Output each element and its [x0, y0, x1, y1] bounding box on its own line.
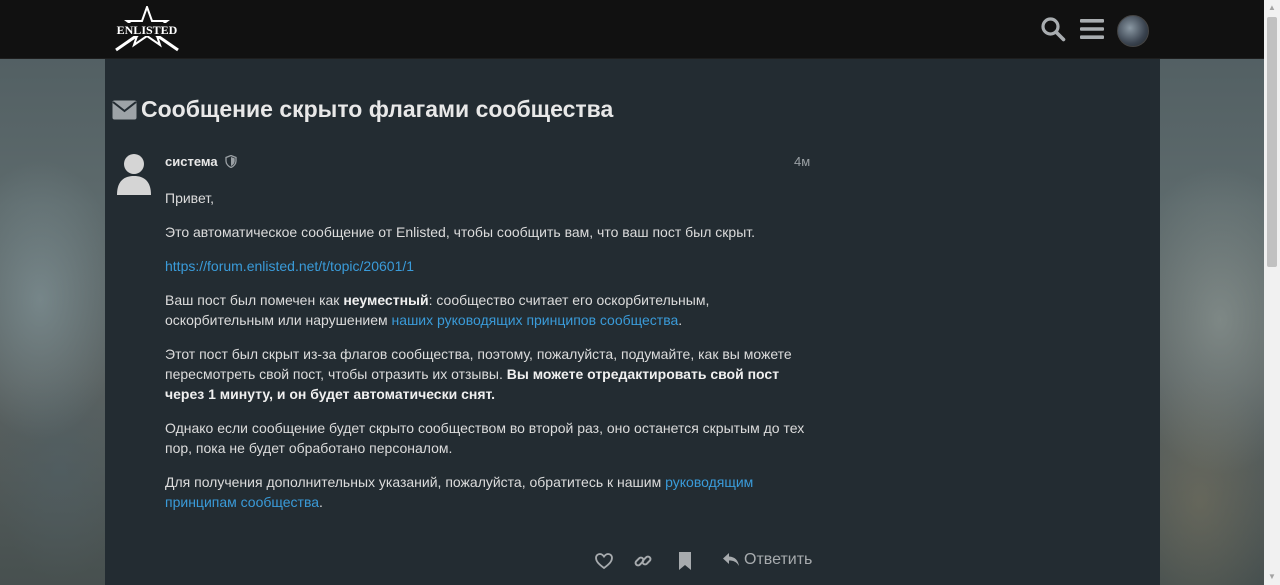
flagged-text-before: Ваш пост был помечен как: [165, 292, 344, 308]
user-avatar[interactable]: [1117, 15, 1149, 47]
reply-label: Ответить: [744, 551, 813, 568]
guidelines-link[interactable]: наших руководящих принципов сообщества: [392, 312, 679, 328]
post-date[interactable]: 4м: [794, 154, 810, 169]
post-body: Привет, Это автоматическое сообщение от …: [165, 188, 817, 526]
shield-icon: [225, 155, 237, 168]
guidance-paragraph: Для получения дополнительных указаний, п…: [165, 472, 817, 512]
scrollbar[interactable]: ▲ ▼: [1264, 0, 1280, 585]
scroll-down-arrow-icon[interactable]: ▼: [1264, 569, 1280, 585]
envelope-icon: [112, 100, 137, 119]
logo-text: ENLISTED: [117, 23, 178, 37]
reply-button[interactable]: Ответить: [722, 551, 812, 569]
heart-icon[interactable]: [594, 551, 614, 571]
bookmark-icon[interactable]: [675, 551, 695, 571]
link-icon[interactable]: [633, 551, 653, 571]
system-avatar[interactable]: [115, 153, 153, 195]
intro-paragraph: Это автоматическое сообщение от Enlisted…: [165, 224, 756, 240]
hamburger-menu-icon[interactable]: [1079, 16, 1105, 42]
guidance-text-after: .: [319, 494, 323, 510]
search-icon[interactable]: [1040, 16, 1066, 42]
enlisted-logo[interactable]: ENLISTED: [112, 6, 182, 54]
scroll-up-arrow-icon[interactable]: ▲: [1264, 0, 1280, 16]
post-username[interactable]: система: [165, 154, 218, 169]
guidance-text-before: Для получения дополнительных указаний, п…: [165, 474, 666, 490]
second-time-paragraph: Однако если сообщение будет скрыто сообщ…: [165, 420, 805, 456]
topic-title: Сообщение скрыто флагами сообщества: [112, 96, 613, 123]
topic-link[interactable]: https://forum.enlisted.net/t/topic/20601…: [165, 258, 414, 274]
scroll-thumb[interactable]: [1267, 17, 1277, 267]
main-content: Сообщение скрыто флагами сообщества сист…: [105, 59, 1160, 585]
top-header: ENLISTED: [0, 0, 1264, 59]
link-paragraph: https://forum.enlisted.net/t/topic/20601…: [165, 256, 817, 276]
hidden-paragraph: Этот пост был скрыт из-за флагов сообщес…: [165, 344, 817, 404]
flagged-paragraph: Ваш пост был помечен как неуместный: соо…: [165, 290, 817, 330]
topic-title-text[interactable]: Сообщение скрыто флагами сообщества: [141, 96, 613, 123]
flagged-text-after: .: [678, 312, 683, 328]
reply-icon: [723, 553, 739, 566]
flagged-bold: неуместный: [343, 292, 429, 308]
greeting-paragraph: Привет,: [165, 190, 215, 206]
